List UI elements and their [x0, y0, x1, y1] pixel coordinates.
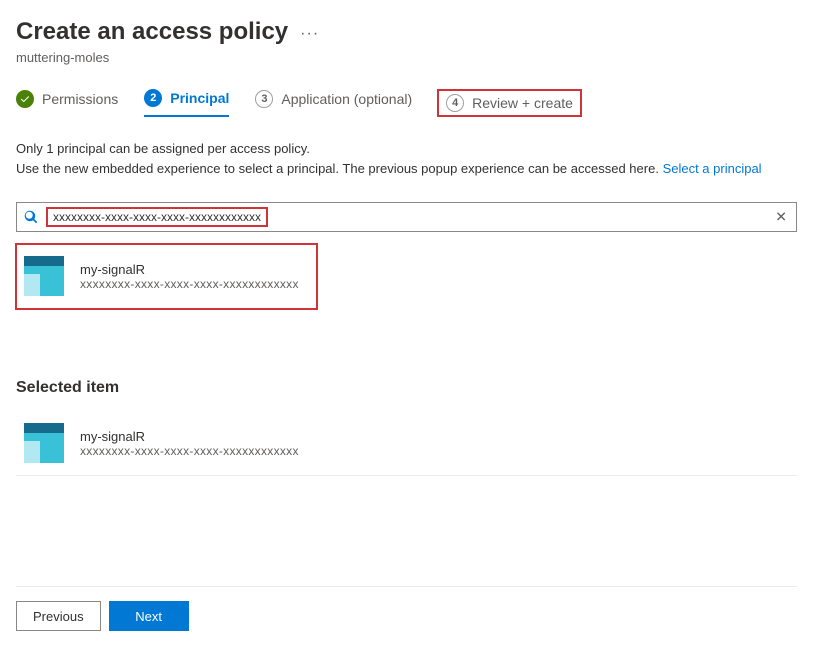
step-permissions[interactable]: Permissions: [16, 90, 118, 116]
result-title: my-signalR: [80, 262, 299, 277]
principal-info-text: Only 1 principal can be assigned per acc…: [16, 139, 797, 178]
search-result-item[interactable]: my-signalR xxxxxxxx-xxxx-xxxx-xxxx-xxxxx…: [16, 244, 307, 309]
selected-item: my-signalR xxxxxxxx-xxxx-xxxx-xxxx-xxxxx…: [16, 411, 797, 476]
selected-title: my-signalR: [80, 429, 299, 444]
principal-search-wrap: xxxxxxxx-xxxx-xxxx-xxxx-xxxxxxxxxxxx ✕: [16, 202, 797, 232]
step-label: Principal: [170, 90, 229, 106]
page-title: Create an access policy: [16, 18, 288, 46]
info-line-2: Use the new embedded experience to selec…: [16, 161, 663, 176]
wizard-footer: Previous Next: [16, 586, 797, 631]
resource-subtitle: muttering-moles: [16, 50, 797, 65]
principal-search-input[interactable]: xxxxxxxx-xxxx-xxxx-xxxx-xxxxxxxxxxxx: [16, 202, 797, 232]
info-line-1: Only 1 principal can be assigned per acc…: [16, 139, 797, 159]
result-id: xxxxxxxx-xxxx-xxxx-xxxx-xxxxxxxxxxxx: [80, 277, 299, 291]
step-review-create[interactable]: 4 Review + create: [446, 94, 573, 112]
step-number-icon: 2: [144, 89, 162, 107]
previous-button[interactable]: Previous: [16, 601, 101, 631]
select-principal-link[interactable]: Select a principal: [663, 161, 762, 176]
search-value: xxxxxxxx-xxxx-xxxx-xxxx-xxxxxxxxxxxx: [47, 208, 267, 226]
step-principal[interactable]: 2 Principal: [144, 89, 229, 117]
step-label: Review + create: [472, 95, 573, 111]
step-number-icon: 3: [255, 90, 273, 108]
search-icon: [24, 210, 38, 224]
wizard-stepper: Permissions 2 Principal 3 Application (o…: [16, 89, 797, 117]
selected-item-heading: Selected item: [16, 379, 797, 397]
app-icon: [24, 423, 64, 463]
step-label: Permissions: [42, 91, 118, 107]
checkmark-icon: [16, 90, 34, 108]
step-number-icon: 4: [446, 94, 464, 112]
selected-id: xxxxxxxx-xxxx-xxxx-xxxx-xxxxxxxxxxxx: [80, 444, 299, 458]
clear-icon[interactable]: ✕: [775, 209, 787, 226]
app-icon: [24, 256, 64, 296]
step-application[interactable]: 3 Application (optional): [255, 90, 412, 116]
step-label: Application (optional): [281, 91, 412, 107]
next-button[interactable]: Next: [109, 601, 189, 631]
more-icon[interactable]: ···: [300, 25, 319, 43]
